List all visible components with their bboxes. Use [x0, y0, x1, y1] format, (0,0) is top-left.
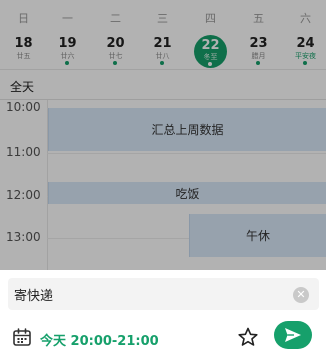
modal-overlay[interactable]: [0, 0, 326, 270]
event-time-button[interactable]: 今天 20:00-21:00: [40, 330, 159, 349]
clear-icon[interactable]: ✕: [293, 287, 309, 303]
quick-add-sheet: ✕ 今天 20:00-21:00: [0, 270, 326, 359]
send-icon: [285, 328, 301, 342]
calendar-icon[interactable]: [12, 327, 32, 347]
star-icon[interactable]: [237, 326, 259, 348]
event-title-input[interactable]: [8, 278, 319, 310]
send-button[interactable]: [274, 321, 312, 349]
week-calendar: 日 18 廿五 一 19 廿六 二 20 廿七 三 21 廿八 四 22 冬至: [0, 0, 326, 270]
